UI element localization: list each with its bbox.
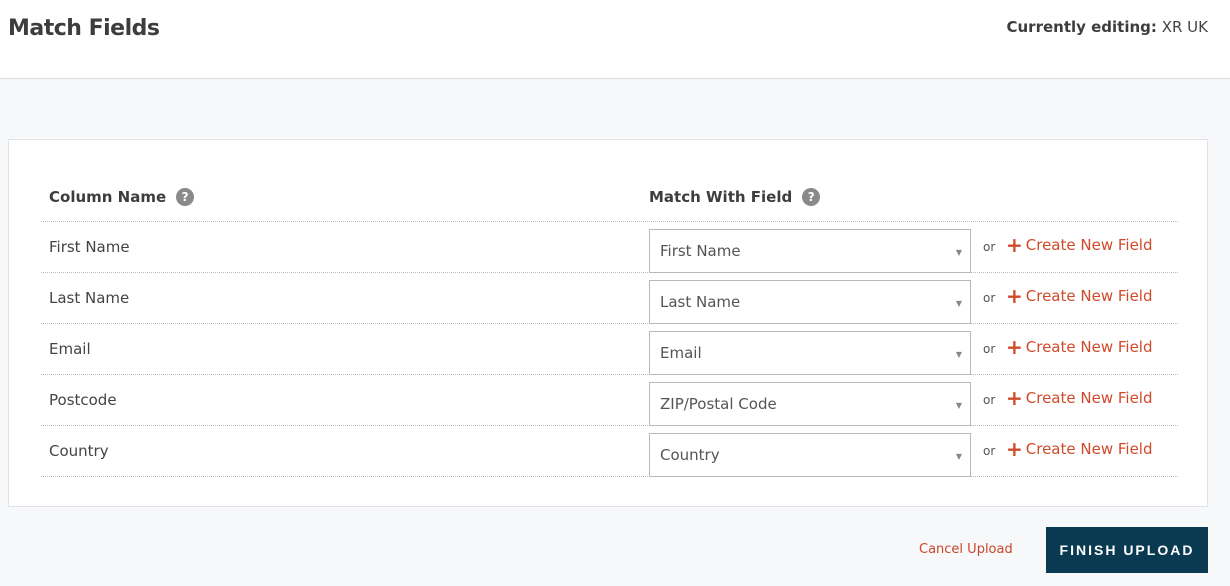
create-new-field-label: Create New Field <box>1025 338 1153 356</box>
column-name: Postcode <box>49 391 117 409</box>
or-label: or <box>983 342 996 356</box>
plus-icon: + <box>1006 335 1023 359</box>
caret-down-icon: ▼ <box>955 401 962 410</box>
or-label: or <box>983 444 996 458</box>
selected-value: ZIP/Postal Code <box>660 395 777 413</box>
help-icon[interactable]: ? <box>802 188 821 206</box>
plus-icon: + <box>1006 233 1023 257</box>
match-field-header-label: Match With Field <box>649 188 793 206</box>
table-header: Column Name ? Match With Field ? <box>41 176 1178 222</box>
table-row: Postcode ZIP/Postal Code ▼ or + Create New Fi… <box>41 375 1178 426</box>
table-row: First Name First Name ▼ or + Create New Field <box>41 222 1178 273</box>
editing-value: XR UK <box>1161 18 1208 36</box>
caret-down-icon: ▼ <box>955 452 962 461</box>
create-new-field-link[interactable]: + Create New Field <box>1006 335 1153 359</box>
selected-value: Country <box>660 446 720 464</box>
column-name: Last Name <box>49 289 130 307</box>
plus-icon: + <box>1006 386 1023 410</box>
table-row: Country Country ▼ or + Create New Field <box>41 426 1178 477</box>
plus-icon: + <box>1006 284 1023 308</box>
selected-value: First Name <box>660 242 741 260</box>
caret-down-icon: ▼ <box>955 350 962 359</box>
selected-value: Last Name <box>660 293 741 311</box>
caret-down-icon: ▼ <box>955 299 962 308</box>
caret-down-icon: ▼ <box>955 248 962 257</box>
page-title: Match Fields <box>8 16 160 41</box>
match-field-select[interactable]: First Name ▼ <box>649 229 971 273</box>
create-new-field-link[interactable]: + Create New Field <box>1006 386 1153 410</box>
match-field-select[interactable]: Last Name ▼ <box>649 280 971 324</box>
currently-editing: Currently editing: XR UK <box>1006 18 1208 36</box>
create-new-field-label: Create New Field <box>1025 287 1153 305</box>
match-field-header: Match With Field ? <box>649 188 821 206</box>
create-new-field-label: Create New Field <box>1025 389 1153 407</box>
column-name-header-label: Column Name <box>49 188 167 206</box>
or-label: or <box>983 393 996 407</box>
page-header: Match Fields Currently editing: XR UK <box>0 0 1230 79</box>
match-field-select[interactable]: Email ▼ <box>649 331 971 375</box>
create-new-field-label: Create New Field <box>1025 236 1153 254</box>
create-new-field-link[interactable]: + Create New Field <box>1006 233 1153 257</box>
column-name: First Name <box>49 238 130 256</box>
match-field-select[interactable]: ZIP/Postal Code ▼ <box>649 382 971 426</box>
editing-label: Currently editing: <box>1006 18 1157 36</box>
column-name: Country <box>49 442 109 460</box>
table-row: Last Name Last Name ▼ or + Create New Field <box>41 273 1178 324</box>
selected-value: Email <box>660 344 702 362</box>
finish-upload-button[interactable]: FINISH UPLOAD <box>1046 527 1208 573</box>
create-new-field-label: Create New Field <box>1025 440 1153 458</box>
create-new-field-link[interactable]: + Create New Field <box>1006 284 1153 308</box>
column-name-header: Column Name ? <box>49 188 195 206</box>
or-label: or <box>983 291 996 305</box>
or-label: or <box>983 240 996 254</box>
cancel-upload-link[interactable]: Cancel Upload <box>919 542 1013 557</box>
create-new-field-link[interactable]: + Create New Field <box>1006 437 1153 461</box>
match-fields-card: Column Name ? Match With Field ? First N… <box>8 139 1208 507</box>
plus-icon: + <box>1006 437 1023 461</box>
match-field-select[interactable]: Country ▼ <box>649 433 971 477</box>
help-icon[interactable]: ? <box>176 188 195 206</box>
table-row: Email Email ▼ or + Create New Field <box>41 324 1178 375</box>
column-name: Email <box>49 340 91 358</box>
